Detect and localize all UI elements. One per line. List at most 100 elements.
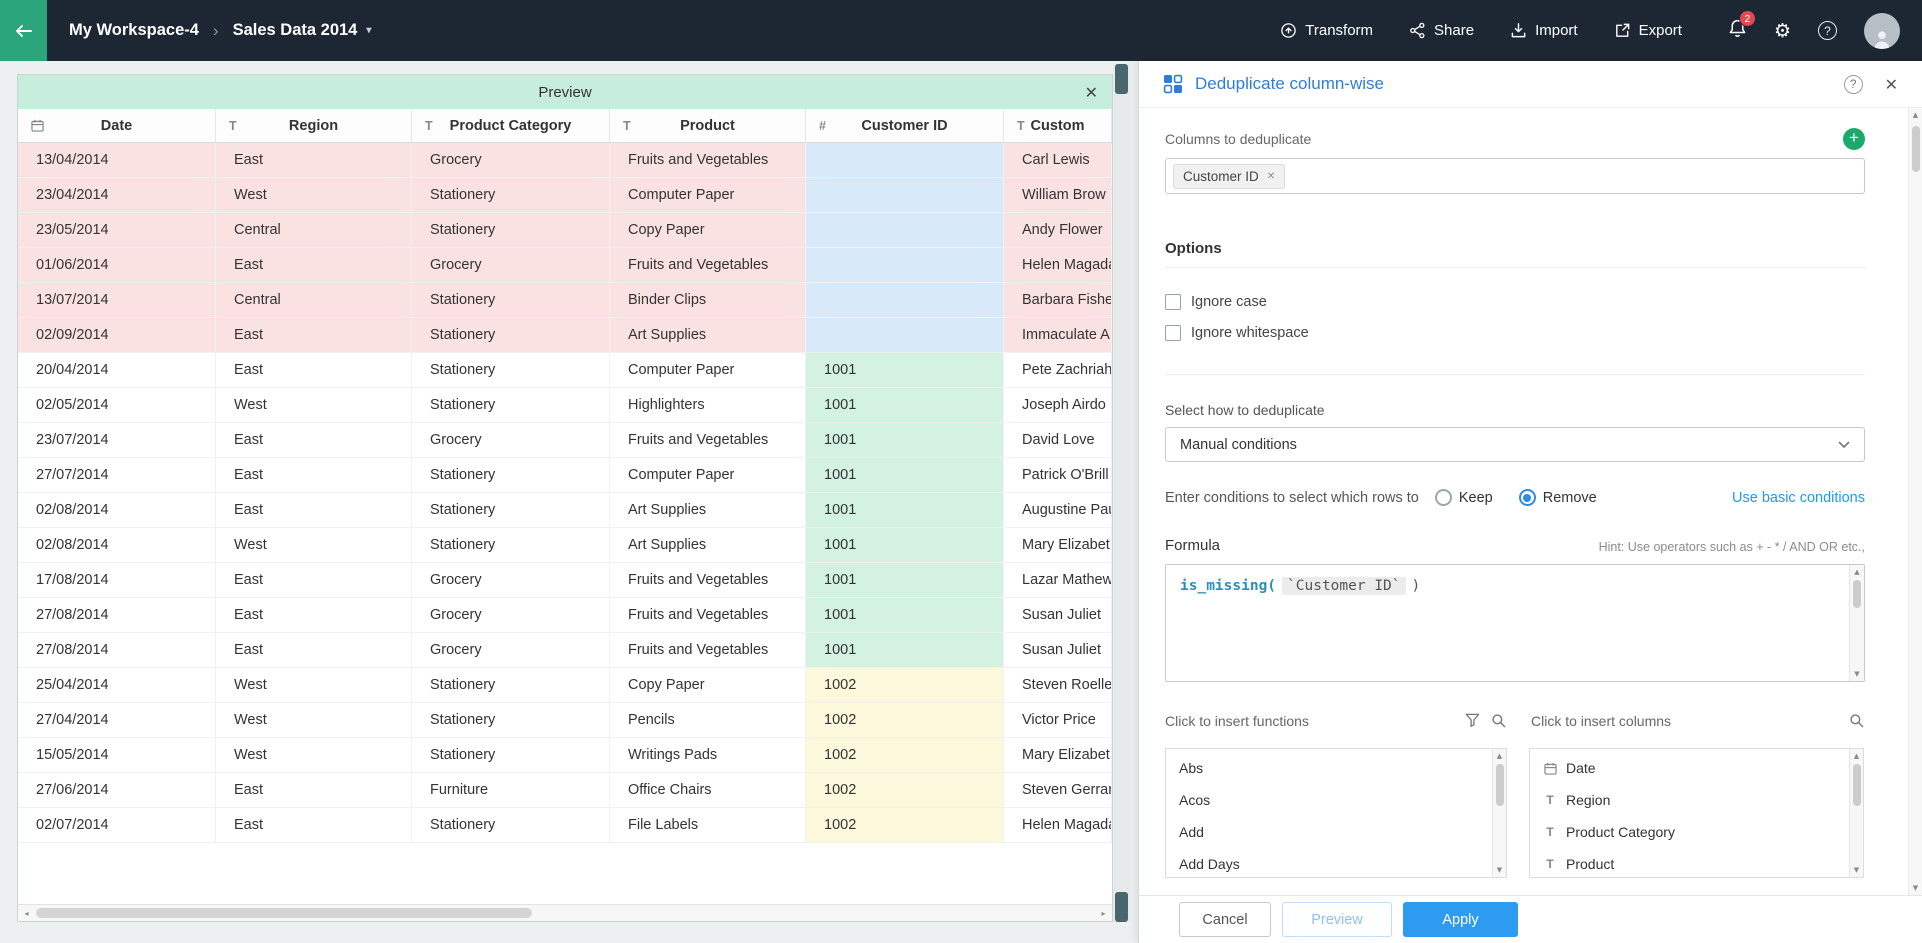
table-row[interactable]: 13/07/2014CentralStationeryBinder ClipsB… <box>18 283 1112 318</box>
column-item-date[interactable]: Date <box>1530 752 1849 784</box>
back-button[interactable] <box>0 0 47 61</box>
avatar[interactable] <box>1864 13 1900 49</box>
scroll-down-icon[interactable]: ▼ <box>1850 667 1864 681</box>
table-row[interactable]: 17/08/2014EastGroceryFruits and Vegetabl… <box>18 563 1112 598</box>
ignore-case-checkbox[interactable]: Ignore case <box>1165 294 1267 310</box>
table-row[interactable]: 15/05/2014WestStationeryWritings Pads100… <box>18 738 1112 773</box>
column-item-product[interactable]: T Product <box>1530 848 1849 877</box>
column-header-region[interactable]: T Region <box>216 109 412 142</box>
table-cell: 23/05/2014 <box>18 213 216 247</box>
table-cell: Fruits and Vegetables <box>610 423 806 457</box>
filter-icon[interactable] <box>1465 713 1480 727</box>
horizontal-scrollbar[interactable]: ◂ ▸ <box>18 904 1112 921</box>
panel-help-icon[interactable]: ? <box>1844 75 1863 94</box>
column-item-region[interactable]: T Region <box>1530 784 1849 816</box>
table-row[interactable]: 27/07/2014EastStationeryComputer Paper10… <box>18 458 1112 493</box>
columns-list-scrollbar[interactable]: ▲ ▼ <box>1849 749 1863 877</box>
table-cell: 1001 <box>806 458 1004 492</box>
settings-gear-icon[interactable]: ⚙ <box>1774 20 1791 42</box>
apply-button[interactable]: Apply <box>1403 902 1518 937</box>
scroll-down-icon[interactable]: ▼ <box>1909 881 1922 895</box>
table-cell: 1001 <box>806 563 1004 597</box>
column-header-custom[interactable]: T Custom <box>1004 109 1112 142</box>
columns-scrollbar-thumb[interactable] <box>1853 764 1861 806</box>
column-chip[interactable]: Customer ID ✕ <box>1173 164 1285 189</box>
table-row[interactable]: 20/04/2014EastStationeryComputer Paper10… <box>18 353 1112 388</box>
table-row[interactable]: 01/06/2014EastGroceryFruits and Vegetabl… <box>18 248 1112 283</box>
keep-radio[interactable]: Keep <box>1435 489 1493 506</box>
search-columns-icon[interactable] <box>1849 713 1864 728</box>
navbar-action-import[interactable]: Import <box>1510 22 1578 39</box>
scroll-down-icon[interactable]: ▼ <box>1850 863 1863 877</box>
table-cell: 1001 <box>806 388 1004 422</box>
use-basic-conditions-link[interactable]: Use basic conditions <box>1732 490 1865 506</box>
functions-scrollbar-thumb[interactable] <box>1496 764 1504 806</box>
panel-scrollbar-thumb[interactable] <box>1912 126 1920 172</box>
table-row[interactable]: 27/08/2014EastGroceryFruits and Vegetabl… <box>18 598 1112 633</box>
column-header-product[interactable]: T Product <box>610 109 806 142</box>
remove-chip-icon[interactable]: ✕ <box>1267 171 1275 182</box>
table-row[interactable]: 23/05/2014CentralStationeryCopy PaperAnd… <box>18 213 1112 248</box>
navbar-icon-cluster: 2 ⚙ ? <box>1728 13 1900 49</box>
navbar-action-transform[interactable]: Transform <box>1280 22 1373 39</box>
table-row[interactable]: 23/04/2014WestStationeryComputer PaperWi… <box>18 178 1112 213</box>
column-item-product-category[interactable]: T Product Category <box>1530 816 1849 848</box>
table-row[interactable]: 27/06/2014EastFurnitureOffice Chairs1002… <box>18 773 1112 808</box>
scroll-up-icon[interactable]: ▲ <box>1850 749 1863 763</box>
formula-scrollbar-thumb[interactable] <box>1853 580 1861 608</box>
ignore-whitespace-checkbox[interactable]: Ignore whitespace <box>1165 325 1309 341</box>
formula-function: is_missing( <box>1180 578 1276 594</box>
cancel-button[interactable]: Cancel <box>1179 902 1271 937</box>
navbar-action-export[interactable]: Export <box>1614 22 1682 39</box>
function-item-acos[interactable]: Acos <box>1166 784 1492 816</box>
add-column-button[interactable]: + <box>1843 128 1865 150</box>
scroll-down-icon[interactable]: ▼ <box>1493 863 1506 877</box>
functions-list-scrollbar[interactable]: ▲ ▼ <box>1492 749 1506 877</box>
scroll-up-icon[interactable]: ▲ <box>1850 565 1864 579</box>
column-header-date[interactable]: Date <box>18 109 216 142</box>
table-row[interactable]: 02/09/2014EastStationeryArt SuppliesImma… <box>18 318 1112 353</box>
columns-to-deduplicate-input[interactable]: Customer ID ✕ <box>1165 158 1865 194</box>
table-row[interactable]: 23/07/2014EastGroceryFruits and Vegetabl… <box>18 423 1112 458</box>
vertical-scrollbar-thumb[interactable] <box>1115 64 1128 94</box>
panel-scrollbar[interactable]: ▲ ▼ <box>1908 108 1922 895</box>
formula-scrollbar[interactable]: ▲ ▼ <box>1849 565 1864 681</box>
scroll-up-icon[interactable]: ▲ <box>1493 749 1506 763</box>
function-item-abs[interactable]: Abs <box>1166 752 1492 784</box>
help-icon[interactable]: ? <box>1818 21 1837 40</box>
navbar-action-share[interactable]: Share <box>1409 22 1474 39</box>
dataset-name[interactable]: Sales Data 2014 <box>233 21 358 40</box>
formula-editor[interactable]: is_missing( `Customer ID` ) ▲ ▼ <box>1165 564 1865 682</box>
formula-close-paren: ) <box>1412 578 1421 594</box>
horizontal-scrollbar-thumb[interactable] <box>36 908 532 918</box>
vertical-scrollbar-bottom-button[interactable] <box>1115 892 1128 922</box>
column-header-product-category[interactable]: T Product Category <box>412 109 610 142</box>
table-row[interactable]: 27/04/2014WestStationeryPencils1002Victo… <box>18 703 1112 738</box>
dataset-caret-icon[interactable]: ▾ <box>366 25 371 36</box>
preview-close-icon[interactable]: ✕ <box>1085 75 1098 109</box>
table-cell: Stationery <box>412 458 610 492</box>
table-row[interactable]: 25/04/2014WestStationeryCopy Paper1002St… <box>18 668 1112 703</box>
table-cell: Joseph Airdo <box>1004 388 1112 422</box>
notifications-button[interactable]: 2 <box>1728 18 1747 43</box>
table-row[interactable]: 02/07/2014EastStationeryFile Labels1002H… <box>18 808 1112 843</box>
share-icon <box>1409 22 1426 39</box>
scroll-right-icon[interactable]: ▸ <box>1095 905 1112 921</box>
search-functions-icon[interactable] <box>1491 713 1506 728</box>
function-item-add-days[interactable]: Add Days <box>1166 848 1492 877</box>
scroll-left-icon[interactable]: ◂ <box>18 905 35 921</box>
scroll-up-icon[interactable]: ▲ <box>1909 108 1922 122</box>
table-row[interactable]: 02/08/2014WestStationeryArt Supplies1001… <box>18 528 1112 563</box>
dedupe-method-select[interactable]: Manual conditions <box>1165 427 1865 462</box>
panel-close-icon[interactable]: ✕ <box>1885 75 1898 94</box>
column-header-customer-id[interactable]: # Customer ID <box>806 109 1004 142</box>
table-row[interactable]: 02/05/2014WestStationeryHighlighters1001… <box>18 388 1112 423</box>
table-row[interactable]: 02/08/2014EastStationeryArt Supplies1001… <box>18 493 1112 528</box>
table-row[interactable]: 13/04/2014EastGroceryFruits and Vegetabl… <box>18 143 1112 178</box>
vertical-scrollbar[interactable] <box>1113 64 1130 922</box>
function-item-add[interactable]: Add <box>1166 816 1492 848</box>
remove-radio[interactable]: Remove <box>1519 489 1597 506</box>
workspace-name[interactable]: My Workspace-4 <box>69 21 199 40</box>
preview-button[interactable]: Preview <box>1282 902 1392 937</box>
table-row[interactable]: 27/08/2014EastGroceryFruits and Vegetabl… <box>18 633 1112 668</box>
